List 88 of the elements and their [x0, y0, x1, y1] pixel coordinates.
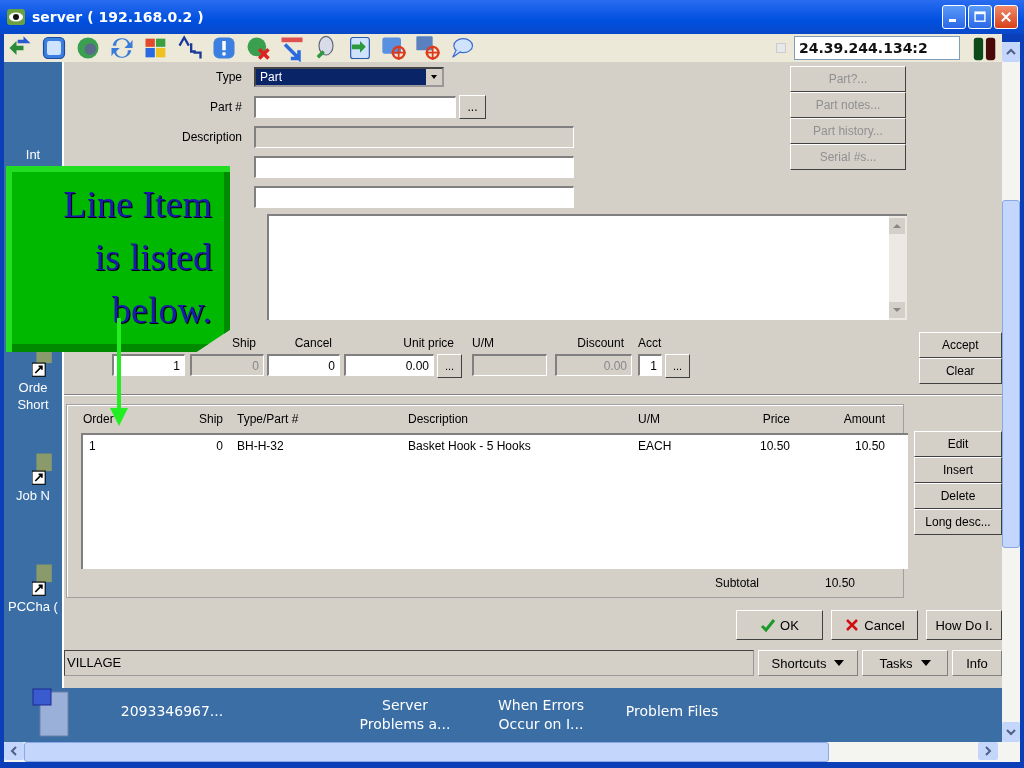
desktop-icon-label[interactable]: Orde Short	[5, 379, 61, 413]
table-cell-text: 1	[88, 439, 97, 453]
input-field[interactable]: 1	[112, 354, 185, 376]
minimize-button[interactable]	[942, 5, 966, 29]
browse-button[interactable]: ...	[665, 354, 690, 378]
dialog-button[interactable]: OK	[736, 610, 823, 640]
line-button[interactable]: Delete	[914, 483, 1002, 509]
line-item-row[interactable]: 1 0 BH-H-32 Basket Hook - 5 Hooks EACH 10.50 10.50	[83, 435, 908, 453]
dialog-button[interactable]: How Do I.	[926, 610, 1002, 640]
column-header: Type/Part #	[236, 412, 300, 426]
window-icon[interactable]	[40, 34, 68, 62]
column-header: Order	[83, 412, 115, 426]
line-button[interactable]: Insert	[914, 457, 1002, 483]
cross-icon	[844, 617, 861, 633]
horizontal-scrollbar[interactable]	[4, 742, 1020, 762]
field-label: Acct	[638, 336, 662, 350]
browse-button[interactable]: ...	[437, 354, 462, 378]
field-label: Discount	[577, 336, 624, 350]
scroll-thumb[interactable]	[1002, 200, 1020, 548]
scrollbar[interactable]	[889, 216, 907, 320]
subtotal-value: 10.50	[825, 576, 857, 590]
desktop-icon-label[interactable]: PCCha (	[5, 598, 61, 615]
field-label: Description	[180, 130, 243, 144]
entry-button[interactable]: Clear	[918, 358, 1002, 384]
field-label: Type	[215, 70, 243, 84]
target-icon[interactable]	[414, 34, 442, 62]
column-header: Price	[761, 412, 790, 426]
dialog-button[interactable]: Cancel	[831, 610, 918, 640]
notes-field[interactable]	[267, 214, 907, 320]
table-cell-text: BH-H-32	[236, 439, 285, 453]
browse-button[interactable]: ...	[459, 95, 486, 119]
desktop-icon-label[interactable]: Int	[5, 146, 61, 163]
desktop-icon-label[interactable]: Problem Files	[612, 688, 732, 721]
close-icon	[999, 10, 1013, 24]
input-field[interactable]: 0	[267, 354, 340, 376]
field-label: Part #	[209, 100, 243, 114]
scroll-right-icon[interactable]	[978, 742, 998, 760]
checkmark-icon	[760, 617, 777, 633]
status-menu-button[interactable]: Info	[952, 650, 1002, 676]
table-cell-text: 10.50	[853, 439, 885, 453]
desktop-icon-label[interactable]: 2093346967...	[102, 688, 242, 721]
scroll-down-icon[interactable]	[1002, 722, 1020, 742]
address-field[interactable]: 24.39.244.134:2	[794, 36, 960, 60]
scroll-left-icon[interactable]	[4, 742, 24, 760]
field-label: Unit price	[403, 336, 454, 350]
window-title: server ( 192.168.0.2 )	[32, 9, 204, 25]
entry-button[interactable]: Accept	[918, 332, 1002, 358]
field-label: U/M	[472, 336, 494, 350]
scroll-up-icon[interactable]	[889, 218, 905, 234]
scroll-down-icon[interactable]	[889, 302, 905, 318]
column-header: Ship	[197, 412, 223, 426]
scroll-up-icon[interactable]	[1002, 42, 1020, 62]
status-text: VILLAGE	[64, 650, 754, 676]
column-header: U/M	[638, 412, 661, 426]
minimize-icon	[948, 19, 956, 22]
line-button[interactable]: Edit	[914, 431, 1002, 457]
eye-icon	[6, 7, 26, 27]
scroll-thumb[interactable]	[24, 742, 829, 762]
desktop-icon-label[interactable]: Server Problems a...	[350, 688, 460, 734]
table-cell-text: Basket Hook - 5 Hooks	[408, 439, 532, 453]
field-label: Cancel	[294, 336, 332, 350]
status-menu-button[interactable]: Shortcuts	[758, 650, 858, 676]
input-field[interactable]: 1	[638, 354, 662, 376]
shortcut-icon[interactable]	[32, 564, 54, 598]
input-field[interactable]: 0.00	[344, 354, 434, 376]
close-button[interactable]	[994, 5, 1018, 29]
vertical-scrollbar[interactable]	[1002, 42, 1020, 742]
callout-text: Line Item is listed below.	[62, 182, 212, 333]
input-field[interactable]	[254, 156, 574, 178]
shortcut-icon[interactable]	[32, 453, 54, 487]
maximize-icon	[973, 10, 987, 24]
maximize-button[interactable]	[968, 5, 992, 29]
subtotal-label: Subtotal	[715, 576, 761, 590]
column-header: Description	[408, 412, 470, 426]
document-icon[interactable]	[32, 688, 72, 738]
input-field[interactable]	[254, 186, 574, 208]
desktop-icon-label[interactable]: When Errors Occur on I...	[486, 688, 596, 734]
input-field[interactable]	[254, 96, 456, 118]
table-cell-text: 0	[215, 439, 223, 453]
status-icon	[776, 43, 786, 53]
status-menu-button[interactable]: Tasks	[862, 650, 948, 676]
table-cell-text: 10.50	[758, 439, 790, 453]
line-button[interactable]: Long desc...	[914, 509, 1002, 535]
field-label: Ship	[231, 336, 256, 350]
column-header: Amount	[842, 412, 885, 426]
type-select[interactable]: Part	[254, 67, 444, 87]
desktop-icon-label[interactable]: Job N	[5, 487, 61, 504]
table-cell-text: EACH	[638, 439, 673, 453]
